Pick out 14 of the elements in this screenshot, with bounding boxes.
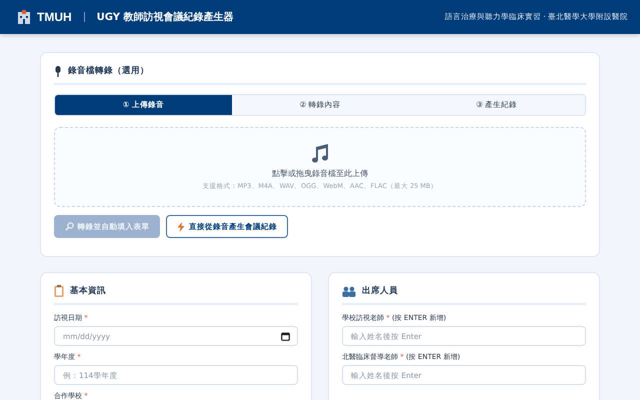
app-title: UGY 教師訪視會議紀錄產生器	[96, 10, 234, 24]
lightning-icon	[177, 222, 185, 232]
upload-prompt: 點擊或拖曳錄音檔至此上傳	[272, 168, 368, 179]
clipboard-icon	[54, 285, 64, 297]
microphone-icon	[54, 66, 62, 76]
people-icon	[342, 286, 356, 296]
card-title: 基本資訊	[70, 285, 106, 297]
search-icon	[64, 222, 74, 231]
logo-text: TMUH	[37, 10, 72, 24]
music-note-icon	[310, 143, 330, 163]
card-title: 錄音檔轉錄（選用）	[68, 65, 149, 77]
calendar-icon[interactable]	[281, 332, 290, 341]
hospital-icon	[17, 10, 31, 24]
card-title: 出席人員	[362, 285, 398, 297]
